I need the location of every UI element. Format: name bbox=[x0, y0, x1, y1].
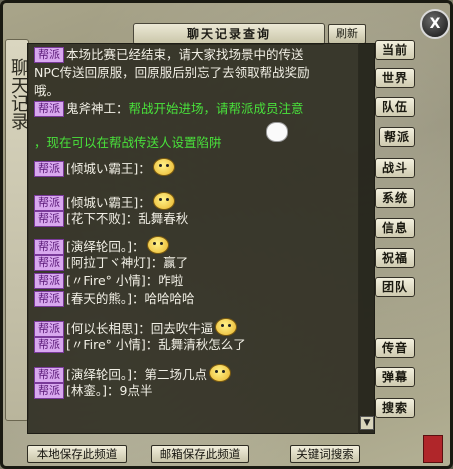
window-title: 聊天记录查询 bbox=[133, 23, 325, 45]
guild-tag: 帮派 bbox=[34, 195, 64, 211]
channel-tab-whisper[interactable]: 传音 bbox=[375, 338, 415, 358]
smiley-icon bbox=[146, 236, 169, 254]
chat-message: 帮派 鬼斧神工：帮战开始进场，请帮派成员注意 bbox=[34, 100, 304, 118]
chat-message: 帮派 [〃Fire° 小情]：咋啦 bbox=[34, 272, 183, 290]
channel-tab-team[interactable]: 队伍 bbox=[375, 97, 415, 117]
smiley-icon bbox=[209, 364, 232, 382]
scroll-down-icon[interactable]: ▼ bbox=[360, 416, 374, 430]
guild-tag: 帮派 bbox=[34, 383, 64, 399]
guild-tag: 帮派 bbox=[34, 101, 64, 117]
chat-message: 帮派 [演绎轮回。]： bbox=[34, 236, 169, 256]
guild-tag: 帮派 bbox=[34, 255, 64, 271]
channel-tab-current[interactable]: 当前 bbox=[375, 40, 415, 60]
guild-tag: 帮派 bbox=[34, 337, 64, 353]
channel-tab-system[interactable]: 系统 bbox=[375, 188, 415, 208]
channel-tab-blessing[interactable]: 祝福 bbox=[375, 248, 415, 268]
guild-tag: 帮派 bbox=[34, 161, 64, 177]
chat-message: 帮派 [倾城い霸王]： bbox=[34, 158, 175, 178]
chat-message: 帮派 [林銮。]：9点半 bbox=[34, 382, 152, 400]
chat-message: ，现在可以在帮战传送人设置陷阱 bbox=[34, 135, 222, 150]
chat-log-area[interactable]: 帮派 本场比赛已经结束，请大家找场景中的传送 NPC传送回原服，回原服后别忘了去领… bbox=[27, 43, 375, 434]
bunny-icon bbox=[266, 122, 288, 142]
chat-message: 帮派 [花下不败]：乱舞春秋 bbox=[34, 210, 188, 228]
search-channel-button[interactable]: 搜索 bbox=[375, 398, 415, 418]
chat-message: 帮派 [阿拉丁ヾ神灯]：赢了 bbox=[34, 254, 188, 272]
channel-tab-group[interactable]: 团队 bbox=[375, 277, 415, 297]
channel-tab-battle[interactable]: 战斗 bbox=[375, 158, 415, 178]
chat-message: 帮派 本场比赛已经结束，请大家找场景中的传送 bbox=[34, 46, 304, 64]
guild-tag: 帮派 bbox=[34, 47, 64, 63]
channel-tab-info[interactable]: 信息 bbox=[375, 218, 415, 238]
chat-log-window: 聊天记录 聊天记录查询 刷新 X 帮派 本场比赛已经结束，请大家找场景中的传送 N… bbox=[0, 0, 453, 469]
chat-message: 帮派 [〃Fire° 小情]：乱舞清秋怎么了 bbox=[34, 336, 246, 354]
chat-scrollbar[interactable]: ▼ bbox=[358, 43, 374, 434]
chat-message: 哦。 bbox=[34, 83, 60, 98]
channel-tab-danmaku[interactable]: 弹幕 bbox=[375, 367, 415, 387]
guild-tag: 帮派 bbox=[34, 367, 64, 383]
chat-message: 帮派 [演绎轮回。]：第二场几点 bbox=[34, 364, 232, 384]
smiley-icon bbox=[152, 192, 175, 210]
channel-tab-guild[interactable]: 帮派 bbox=[379, 127, 415, 147]
chat-message: 帮派 [何以长相思]：回去吹牛逼 bbox=[34, 318, 238, 338]
chat-message: 帮派 [春天的熊。]：哈哈哈哈 bbox=[34, 290, 195, 308]
save-local-button[interactable]: 本地保存此频道 bbox=[27, 445, 127, 463]
close-icon[interactable]: X bbox=[420, 9, 450, 39]
smiley-icon bbox=[215, 318, 238, 336]
chat-message: 帮派 [倾城い霸王]： bbox=[34, 192, 175, 212]
guild-tag: 帮派 bbox=[34, 239, 64, 255]
smiley-icon bbox=[152, 158, 175, 176]
guild-tag: 帮派 bbox=[34, 211, 64, 227]
keyword-search-button[interactable]: 关键词搜索 bbox=[290, 445, 360, 463]
seal-icon bbox=[423, 435, 443, 463]
save-mail-button[interactable]: 邮箱保存此频道 bbox=[151, 445, 249, 463]
guild-tag: 帮派 bbox=[34, 273, 64, 289]
chat-message: NPC传送回原服，回原服后别忘了去领取帮战奖励 bbox=[34, 65, 310, 80]
channel-tab-world[interactable]: 世界 bbox=[375, 68, 415, 88]
guild-tag: 帮派 bbox=[34, 291, 64, 307]
refresh-button[interactable]: 刷新 bbox=[328, 24, 366, 44]
guild-tag: 帮派 bbox=[34, 321, 64, 337]
side-decoration: 聊天记录 bbox=[5, 39, 29, 421]
